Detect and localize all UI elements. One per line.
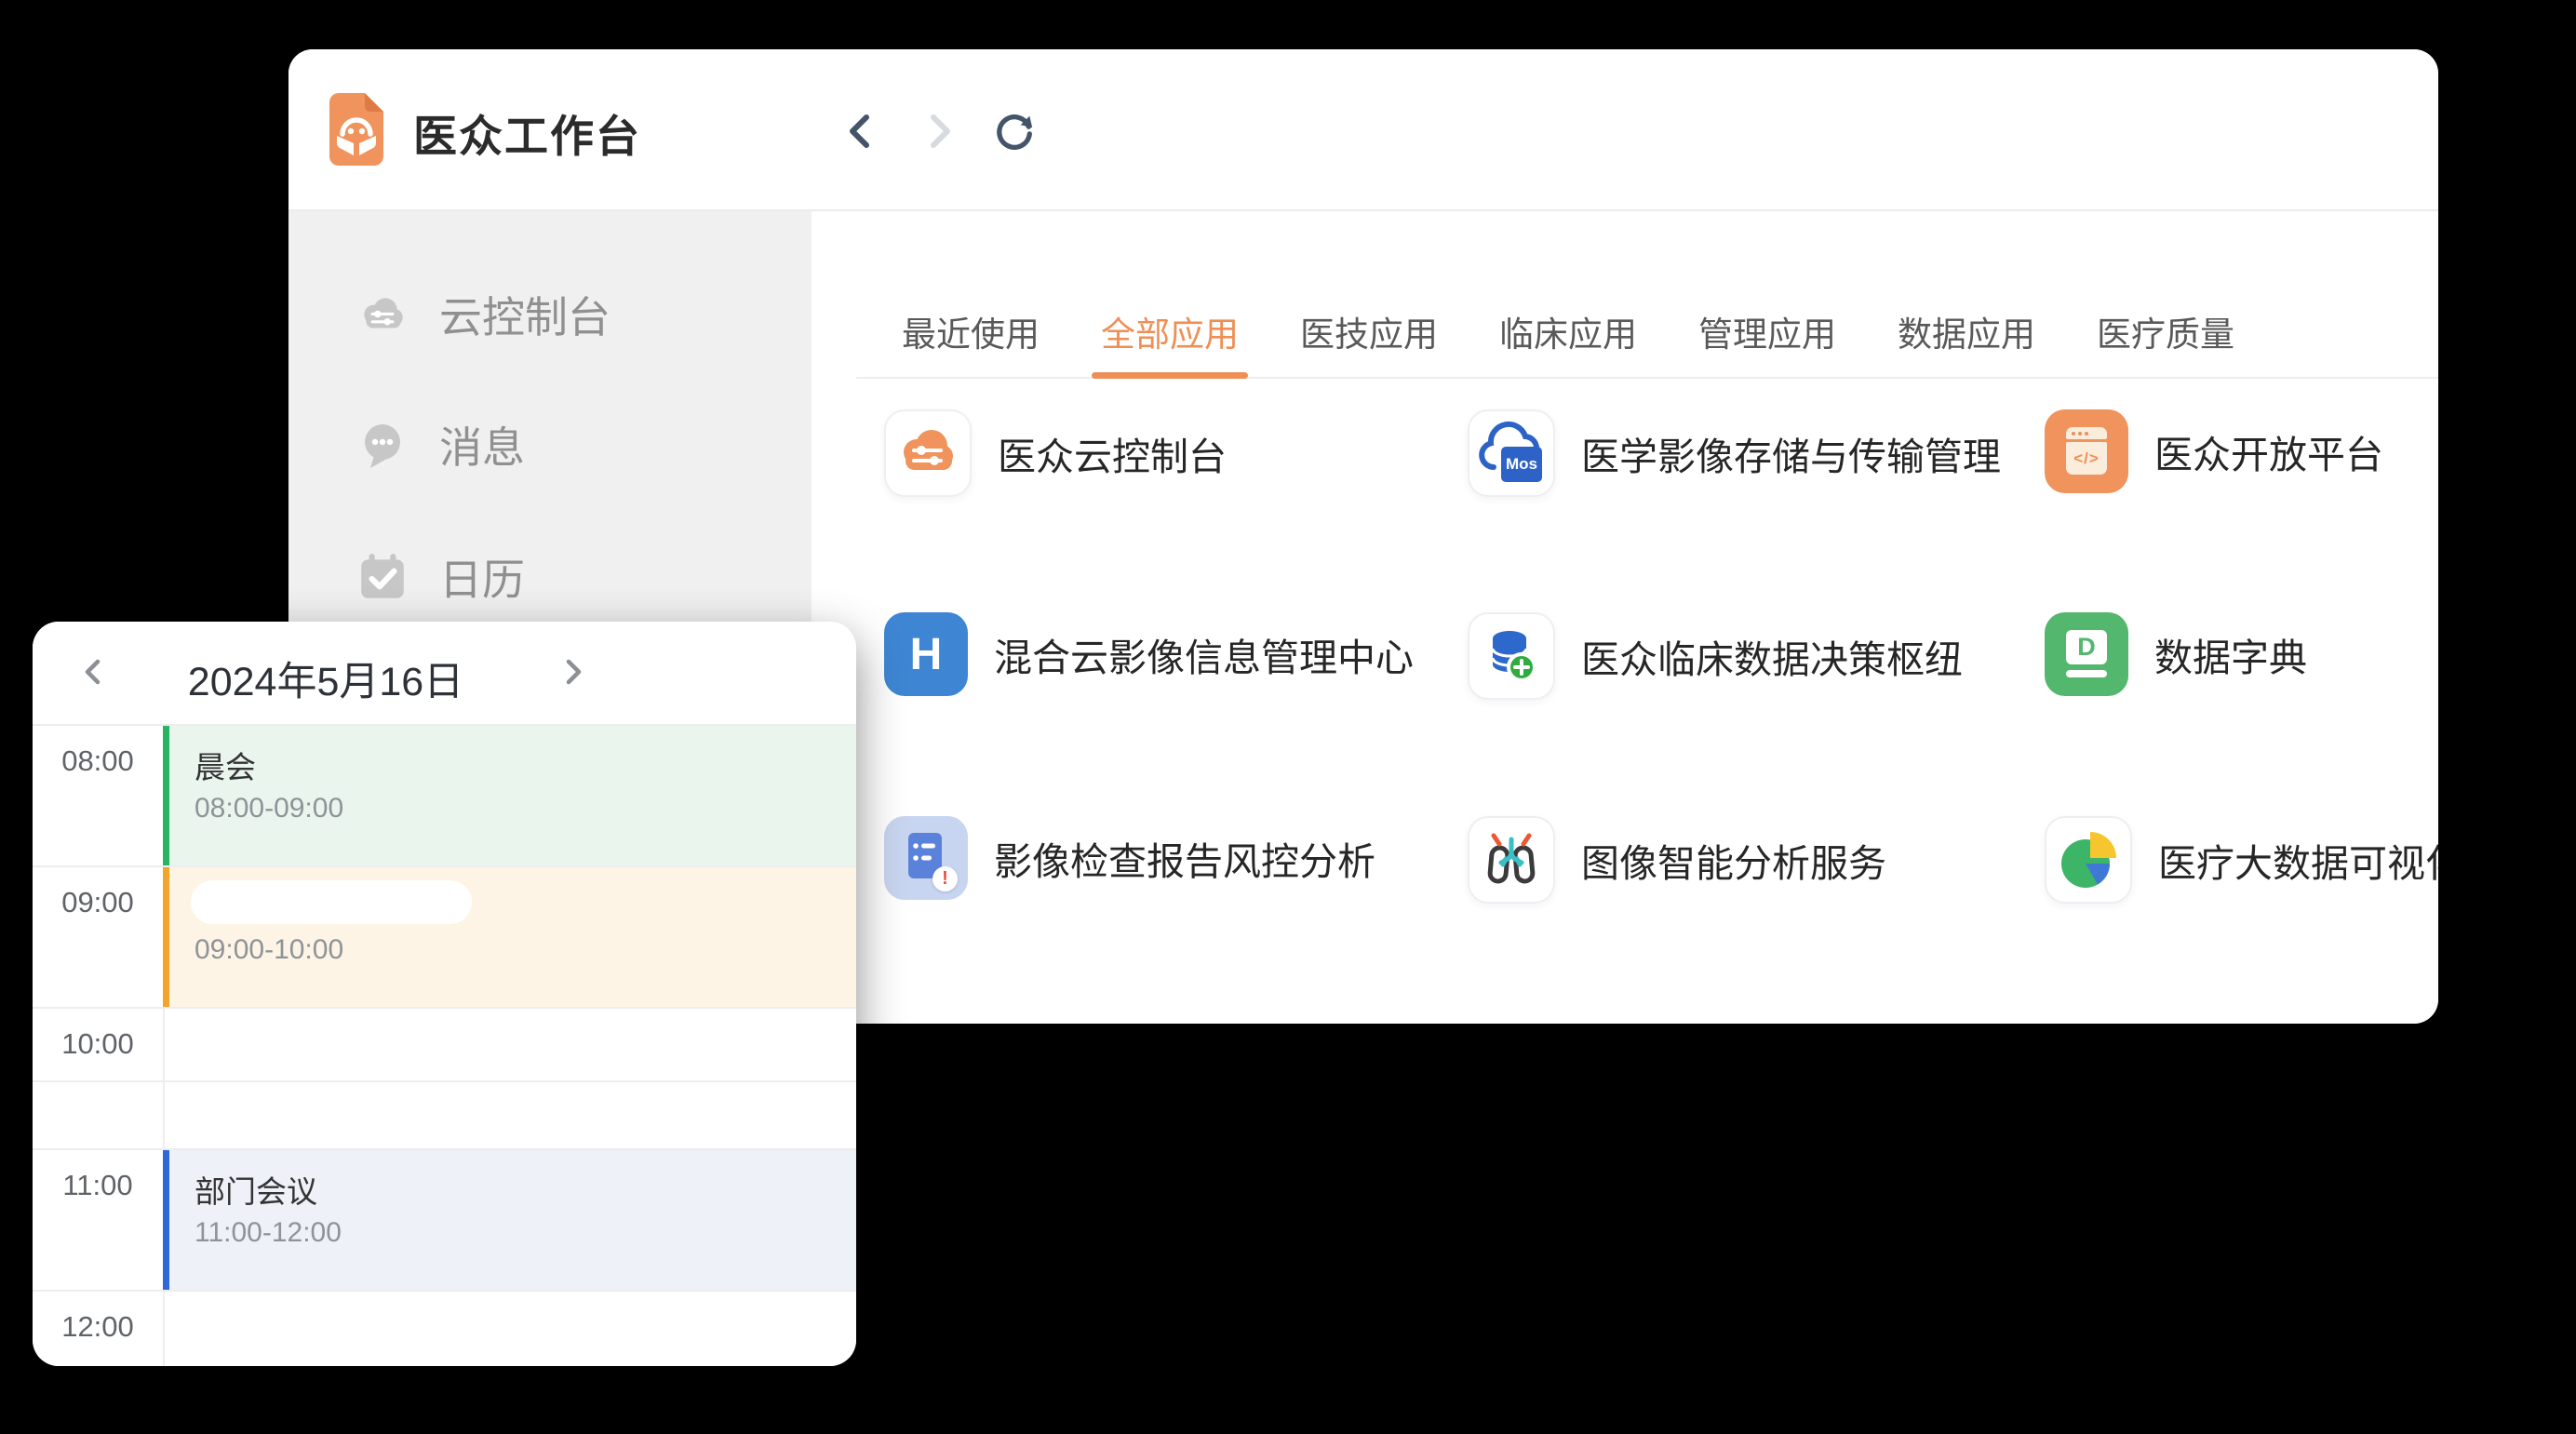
- message-icon: [356, 417, 409, 473]
- app-name: 医学影像存储与传输管理: [1581, 425, 2001, 481]
- app-tile[interactable]: D 数据字典: [2045, 612, 2307, 696]
- database-plus-icon: [1468, 612, 1555, 700]
- app-name: 数据字典: [2154, 626, 2307, 682]
- chevron-left-icon: [78, 656, 110, 688]
- refresh-icon: [992, 108, 1037, 154]
- time-label: 09:00: [33, 886, 163, 919]
- sidebar-item-calendar[interactable]: 日历: [356, 547, 525, 607]
- refresh-button[interactable]: [992, 109, 1037, 154]
- chevron-left-icon: [839, 109, 884, 154]
- app-name: 医疗大数据可视化: [2158, 832, 2438, 888]
- browser-nav: [839, 109, 1037, 154]
- forward-button[interactable]: [916, 109, 960, 154]
- back-button[interactable]: [839, 109, 884, 154]
- main-content: 最近使用 全部应用 医技应用 临床应用 管理应用 数据应用 医疗质量: [812, 211, 2438, 1024]
- tab-bar: 最近使用 全部应用 医技应用 临床应用 管理应用 数据应用 医疗质量: [900, 306, 2236, 379]
- app-tile[interactable]: H 混合云影像信息管理中心: [884, 612, 1414, 696]
- chevron-right-icon: [557, 656, 588, 688]
- pie-chart-icon: [2045, 816, 2132, 904]
- chevron-right-icon: [916, 109, 960, 154]
- d-glyph: D: [2066, 630, 2107, 664]
- app-tile[interactable]: ! 影像检查报告风控分析: [884, 816, 1375, 900]
- exclamation-glyph: !: [932, 866, 958, 891]
- app-name: 混合云影像信息管理中心: [994, 626, 1414, 682]
- tab-management[interactable]: 管理应用: [1697, 306, 1838, 379]
- time-label: 08:00: [33, 744, 163, 778]
- sidebar-item-label: 云控制台: [439, 284, 610, 345]
- tab-data[interactable]: 数据应用: [1896, 306, 2037, 379]
- letter-h-icon: H: [884, 612, 968, 696]
- tab-recent[interactable]: 最近使用: [900, 306, 1041, 379]
- event-color-bar: [163, 867, 169, 1007]
- sidebar-item-cloud-console[interactable]: 云控制台: [356, 285, 610, 344]
- cloud-sliders-icon: [884, 409, 972, 497]
- sidebar-item-messages[interactable]: 消息: [356, 415, 525, 475]
- calendar-date-label: 2024年5月16日: [144, 650, 507, 707]
- app-tile[interactable]: 医众云控制台: [884, 409, 1227, 497]
- calendar-event-redacted[interactable]: 09:00-10:00: [163, 867, 856, 1007]
- time-label: 11:00: [33, 1169, 163, 1202]
- tab-medtech[interactable]: 医技应用: [1298, 306, 1440, 379]
- app-title: 医众工作台: [413, 101, 641, 165]
- app-name: 医众开放平台: [2154, 423, 2383, 479]
- prev-day-button[interactable]: [75, 653, 113, 690]
- app-tile[interactable]: Mos 医学影像存储与传输管理: [1468, 409, 2001, 497]
- mos-label: Mos: [1501, 447, 1542, 482]
- app-name: 医众临床数据决策枢纽: [1581, 628, 1963, 684]
- tab-all-apps[interactable]: 全部应用: [1099, 306, 1241, 379]
- calendar-icon: [356, 550, 409, 604]
- event-title: 部门会议: [195, 1167, 317, 1212]
- event-time: 11:00-12:00: [195, 1217, 342, 1249]
- cloud-console-icon: [356, 288, 409, 342]
- calendar-panel: 2024年5月16日 08:00 09:00 10:00 11:00 12:00: [33, 622, 856, 1366]
- time-label: 12:00: [33, 1310, 163, 1344]
- app-tile[interactable]: 医众临床数据决策枢纽: [1468, 612, 1963, 700]
- calendar-event-department-meeting[interactable]: 部门会议 11:00-12:00: [163, 1150, 856, 1290]
- event-color-bar: [163, 1150, 169, 1290]
- calendar-header: 2024年5月16日: [33, 622, 856, 724]
- dictionary-book-icon: D: [2045, 612, 2128, 696]
- cloud-storage-icon: Mos: [1468, 409, 1555, 497]
- calendar-event-morning-meeting[interactable]: 晨会 08:00-09:00: [163, 726, 856, 865]
- calendar-day-grid: 08:00 09:00 10:00 11:00 12:00 晨会 08:00-0…: [33, 724, 856, 1366]
- page-background: 医众工作台: [0, 0, 2576, 1434]
- app-name: 图像智能分析服务: [1581, 832, 1886, 888]
- tab-quality[interactable]: 医疗质量: [2095, 306, 2236, 379]
- sidebar-item-label: 消息: [439, 414, 525, 476]
- app-tile[interactable]: </> 医众开放平台: [2045, 409, 2383, 493]
- app-tile[interactable]: 图像智能分析服务: [1468, 816, 1886, 904]
- sidebar-item-label: 日历: [439, 546, 525, 608]
- event-time: 08:00-09:00: [195, 793, 343, 824]
- tab-clinical[interactable]: 临床应用: [1497, 306, 1639, 379]
- redacted-event-title: [191, 880, 472, 924]
- lungs-icon: [1468, 816, 1555, 904]
- report-alert-icon: !: [884, 816, 968, 900]
- time-label: 10:00: [33, 1027, 163, 1061]
- app-name: 医众云控制台: [998, 425, 1227, 481]
- next-day-button[interactable]: [554, 653, 591, 690]
- app-tile[interactable]: 医疗大数据可视化: [2045, 816, 2438, 904]
- app-logo-icon: [329, 93, 383, 166]
- h-glyph: H: [884, 612, 968, 696]
- app-name: 影像检查报告风控分析: [994, 830, 1375, 886]
- window-header: 医众工作台: [288, 49, 2438, 211]
- code-glyph: </>: [2066, 442, 2107, 475]
- event-color-bar: [163, 726, 169, 865]
- code-window-icon: </>: [2045, 409, 2128, 493]
- event-time: 09:00-10:00: [195, 934, 343, 966]
- event-title: 晨会: [195, 743, 256, 787]
